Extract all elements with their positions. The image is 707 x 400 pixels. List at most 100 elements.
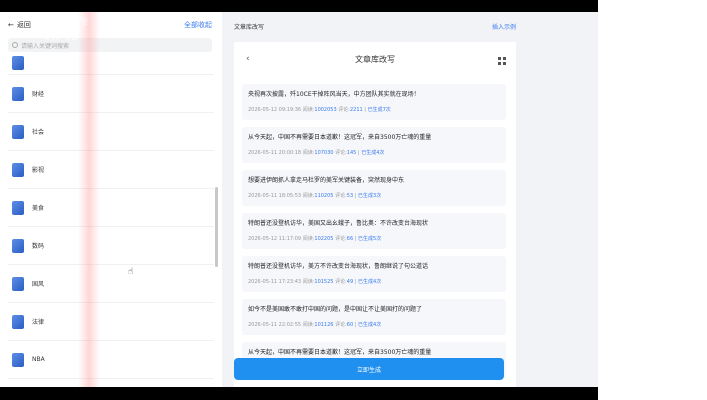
category-item[interactable] — [8, 52, 214, 75]
read-count: 107030 — [314, 150, 334, 156]
article-nav-title: 文章库改写 — [355, 55, 395, 64]
back-label: 返回 — [16, 21, 31, 29]
read-count: 101126 — [314, 322, 334, 328]
category-item[interactable]: 国风 — [8, 265, 214, 303]
comment-count: 49 — [346, 279, 354, 285]
article-library-card: ‹ 文章库改写 央视再次披露，歼10CE干掉阵风当天，中方团队其实就在现场！ 20… — [234, 42, 516, 387]
search-placeholder: 请输入关键词搜索 — [21, 42, 70, 50]
article-item[interactable]: 央视再次披露，歼10CE干掉阵风当天，中方团队其实就在现场！ 2026-05-12… — [242, 84, 506, 120]
collapse-all-button[interactable]: 全部收起 — [184, 20, 212, 30]
article-date: 2026-05-11 18:05:53 — [248, 193, 302, 199]
article-title: 从今天起，中国不再需要日本道歉！这冠军，来自3500万亡魂的重量 — [248, 134, 432, 141]
right-blank-area — [598, 0, 707, 400]
article-item[interactable]: 从今天起，中国不再需要日本道歉！这冠军，来自3500万亡魂的重量 2026-05-… — [242, 127, 506, 163]
article-meta: 2026-05-11 20:00:18 阅读:107030 评论:145 | 已… — [248, 150, 385, 156]
folder-icon — [12, 238, 24, 253]
top-black-bar — [0, 0, 598, 12]
generated-status: 已生成4次 — [361, 150, 385, 156]
category-item[interactable]: NBA — [8, 341, 214, 379]
read-label: 阅读: — [302, 150, 315, 156]
folder-icon — [12, 124, 24, 139]
pointer-cursor-icon: ☝ — [128, 267, 134, 277]
article-date: 2026-05-12 09:19:36 — [248, 107, 302, 113]
chevron-left-icon[interactable]: ‹ — [246, 54, 250, 64]
grid-view-icon[interactable] — [498, 57, 506, 65]
search-input[interactable]: 请输入关键词搜索 — [8, 38, 212, 52]
article-date: 2026-05-11 17:23:43 — [248, 279, 302, 285]
article-list: 央视再次披露，歼10CE干掉阵风当天，中方团队其实就在现场！ 2026-05-12… — [242, 84, 506, 385]
read-label: 阅读: — [302, 107, 315, 113]
folder-icon — [12, 314, 24, 329]
comment-label: 评论: — [335, 236, 347, 242]
read-label: 阅读: — [302, 236, 315, 242]
comment-count: 145 — [346, 150, 357, 156]
category-panel: ← 返回 全部收起 请输入关键词搜索 财经 社会 影视 美食 数码 国风 法律 … — [0, 12, 222, 387]
generated-status: 已生成3次 — [358, 193, 382, 199]
article-meta: 2026-05-12 11:17:09 阅读:102205 评论:66 | 已生… — [248, 236, 382, 242]
bottom-black-bar — [0, 387, 598, 400]
read-label: 阅读: — [302, 322, 315, 328]
generated-status: 已生成4次 — [358, 322, 382, 328]
article-title: 从今天起，中国不再需要日本道歉！这冠军，来自3500万亡魂的重量 — [248, 349, 432, 356]
read-count: 110205 — [314, 193, 334, 199]
category-list: 财经 社会 影视 美食 数码 国风 法律 NBA 历史 — [0, 52, 222, 387]
insert-example-link[interactable]: 插入示例 — [492, 22, 516, 31]
folder-icon — [12, 352, 24, 367]
article-item[interactable]: 特朗普还没登机访华，美方不许改变台海现状，鲁朗继说了句公道话 2026-05-11… — [242, 256, 506, 292]
article-meta: 2026-05-12 09:19:36 阅读:1002053 评论:2211 |… — [248, 107, 391, 113]
folder-icon — [12, 200, 24, 215]
comment-count: 53 — [346, 193, 354, 199]
comment-count: 60 — [346, 322, 354, 328]
category-item[interactable]: 历史 — [8, 379, 214, 387]
article-title: 央视再次披露，歼10CE干掉阵风当天，中方团队其实就在现场！ — [248, 91, 420, 98]
article-title: 特朗普还没登机访华，美方不许改变台海现状，鲁朗继说了句公道话 — [248, 263, 429, 270]
read-label: 阅读: — [302, 193, 315, 199]
article-date: 2026-05-11 20:00:18 — [248, 150, 302, 156]
folder-icon — [12, 162, 24, 177]
comment-label: 评论: — [335, 193, 347, 199]
search-icon — [12, 42, 18, 48]
read-label: 阅读: — [302, 279, 315, 285]
comment-label: 评论: — [335, 279, 347, 285]
category-item[interactable]: 美食 — [8, 189, 214, 227]
folder-icon — [12, 276, 24, 291]
article-meta: 2026-05-11 17:23:43 阅读:101525 评论:49 | 已生… — [248, 279, 382, 285]
category-item[interactable]: 法律 — [8, 303, 214, 341]
article-nav: ‹ 文章库改写 — [234, 54, 516, 70]
article-title: 特朗普还没登机访华，美国又出幺蛾子，鲁比奥：不许改变台海现状 — [248, 220, 429, 227]
app-screen: ← 返回 全部收起 请输入关键词搜索 财经 社会 影视 美食 数码 国风 法律 … — [0, 12, 598, 387]
folder-icon — [12, 86, 24, 101]
folder-icon — [12, 56, 24, 70]
comment-label: 评论: — [335, 322, 347, 328]
rewrite-panel: 文章库改写 插入示例 ‹ 文章库改写 央视再次披露，歼10CE干掉阵风当天，中方… — [222, 12, 598, 387]
read-count: 102205 — [314, 236, 334, 242]
generated-status: 已生成7次 — [367, 107, 391, 113]
category-item[interactable]: 影视 — [8, 151, 214, 189]
comment-label: 评论: — [338, 107, 350, 113]
comment-count: 2211 — [349, 107, 363, 113]
category-item[interactable]: 数码 — [8, 227, 214, 265]
back-button[interactable]: ← 返回 — [8, 20, 31, 30]
generate-now-button[interactable]: 立即生成 — [234, 358, 504, 380]
generated-status: 已生成5次 — [358, 236, 382, 242]
article-item[interactable]: 特朗普还没登机访华，美国又出幺蛾子，鲁比奥：不许改变台海现状 2026-05-12… — [242, 213, 506, 249]
article-date: 2026-05-11 22:02:55 — [248, 322, 302, 328]
category-item[interactable]: 财经 — [8, 75, 214, 113]
article-meta: 2026-05-11 18:05:53 阅读:110205 评论:53 | 已生… — [248, 193, 382, 199]
article-item[interactable]: 如今不是美国敢不敢打中国的问题，是中国让不让美国打的问题了 2026-05-11 … — [242, 299, 506, 335]
rewrite-header-title: 文章库改写 — [234, 24, 265, 31]
article-title: 想要进伊朗抓人拿走马杜罗的美军关键装备，突然现身中东 — [248, 177, 405, 184]
article-date: 2026-05-12 11:17:09 — [248, 236, 302, 242]
category-item[interactable]: 社会 — [8, 113, 214, 151]
generated-status: 已生成4次 — [358, 279, 382, 285]
article-item[interactable]: 想要进伊朗抓人拿走马杜罗的美军关键装备，突然现身中东 2026-05-11 18:… — [242, 170, 506, 206]
category-header: ← 返回 全部收起 — [8, 20, 214, 34]
rewrite-header: 文章库改写 插入示例 — [234, 22, 516, 31]
article-meta: 2026-05-11 22:02:55 阅读:101126 评论:60 | 已生… — [248, 322, 382, 328]
read-count: 1002053 — [314, 107, 337, 113]
arrow-left-icon: ← — [8, 21, 14, 29]
category-scrollbar[interactable] — [215, 187, 218, 267]
comment-count: 66 — [346, 236, 354, 242]
comment-label: 评论: — [335, 150, 347, 156]
read-count: 101525 — [314, 279, 334, 285]
